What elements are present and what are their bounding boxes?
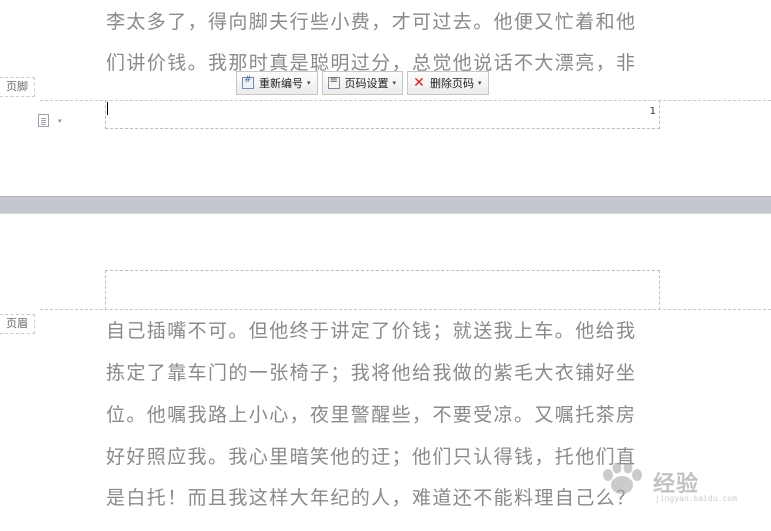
page-settings-icon (327, 75, 340, 89)
delete-page-number-label: 删除页码 (430, 77, 475, 90)
document-icon[interactable] (38, 114, 49, 127)
body-text-line[interactable]: 自己插嘴不可。但他终于讲定了价钱；就送我上车。他给我 (106, 320, 666, 342)
watermark-url: jingyan.baidu.com (655, 494, 737, 503)
page-number-settings-label: 页码设置 (344, 77, 389, 90)
document-page-1: 李太多了，得向脚夫行些小费，才可过去。他便又忙着和他 们讲价钱。我那时真是聪明过… (0, 0, 771, 196)
header-boundary-line (40, 309, 771, 310)
page-number: 1 (649, 106, 656, 117)
renumber-label: 重新编号 (259, 77, 303, 90)
renumber-button[interactable]: 重新编号 ▾ (236, 71, 318, 95)
header-area[interactable] (105, 270, 660, 310)
body-text-line[interactable]: 是白托！而且我这样大年纪的人，难道还不能料理自己么？ (106, 487, 666, 509)
paw-logo-icon (603, 462, 642, 494)
footer-area[interactable]: 1 (105, 100, 660, 129)
body-text-line[interactable]: 拣定了靠车门的一张椅子；我将他给我做的紫毛大衣铺好坐 (106, 362, 666, 384)
body-text-line[interactable]: 位。他嘱我路上小心，夜里警醒些，不要受凉。又嘱托茶房 (106, 404, 666, 426)
header-tag: 页眉 (0, 314, 35, 334)
page-number-settings-button[interactable]: 页码设置 ▾ (321, 71, 404, 95)
body-text-line[interactable]: 好好照应我。我心里暗笑他的迂；他们只认得钱，托他们直 (106, 446, 666, 468)
delete-icon: ✕ (413, 75, 425, 91)
chevron-down-icon: ▾ (478, 79, 482, 87)
chevron-down-icon: ▾ (392, 79, 397, 87)
chevron-down-icon[interactable]: ▾ (58, 117, 62, 125)
text-cursor (107, 102, 108, 115)
delete-page-number-button[interactable]: ✕ 删除页码 ▾ (407, 71, 489, 95)
renumber-icon (242, 75, 254, 89)
page-gap (0, 196, 771, 214)
chevron-down-icon: ▾ (307, 79, 311, 87)
footer-tag: 页脚 (0, 77, 35, 97)
footer-toolbar: 重新编号 ▾ 页码设置 ▾ ✕ 删除页码 ▾ (236, 71, 489, 95)
baidu-jingyan-watermark: 经验 jingyan.baidu.com (597, 462, 757, 503)
body-text-line[interactable]: 李太多了，得向脚夫行些小费，才可过去。他便又忙着和他 (106, 11, 666, 33)
